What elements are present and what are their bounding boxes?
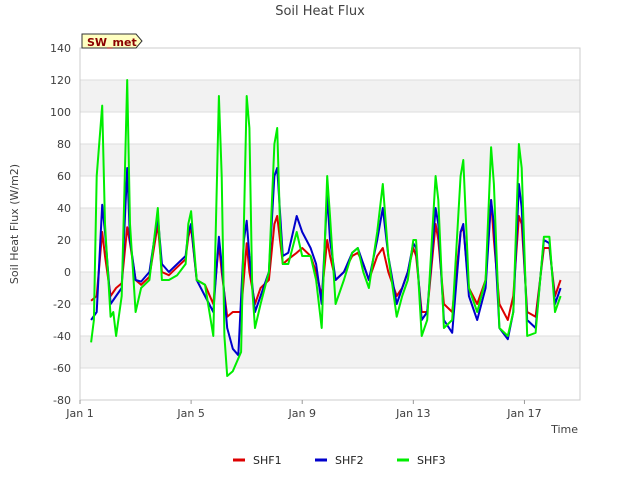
legend-label-shf1: SHF1 <box>253 454 282 467</box>
y-tick-label: 140 <box>50 42 71 55</box>
y-tick-label: 20 <box>57 234 71 247</box>
y-tick-label: 0 <box>64 266 71 279</box>
y-tick-labels: -80 -60 -40 -20 0 20 40 60 80 100 120 140 <box>50 42 71 407</box>
y-tick-label: -40 <box>53 330 71 343</box>
y-axis-label: Soil Heat Flux (W/m2) <box>8 164 21 284</box>
legend: SHF1 SHF2 SHF3 <box>233 454 446 467</box>
plot-band <box>80 144 580 176</box>
x-tick-label: Jan 17 <box>506 407 541 420</box>
x-tick-label: Jan 1 <box>65 407 93 420</box>
chart-title: Soil Heat Flux <box>275 4 365 19</box>
plot-band <box>80 80 580 112</box>
legend-label-shf3: SHF3 <box>417 454 446 467</box>
y-tick-label: 40 <box>57 202 71 215</box>
plot-band <box>80 336 580 368</box>
y-tick-label: -20 <box>53 298 71 311</box>
y-tick-label: 60 <box>57 170 71 183</box>
y-tick-label: -60 <box>53 362 71 375</box>
y-tick-label: 80 <box>57 138 71 151</box>
y-tick-label: 100 <box>50 106 71 119</box>
legend-label-shf2: SHF2 <box>335 454 364 467</box>
y-tick-label: -80 <box>53 394 71 407</box>
x-tick-label: Jan 5 <box>176 407 204 420</box>
y-tick-label: 120 <box>50 74 71 87</box>
x-axis-label: Time <box>550 423 578 436</box>
x-tick-labels: Jan 1 Jan 5 Jan 9 Jan 13 Jan 17 <box>65 400 542 420</box>
plot-band <box>80 272 580 304</box>
site-badge: SW_met <box>81 33 143 49</box>
soil-heat-flux-chart: -80-60-40-20020406080100120140 Jan 1 Jan … <box>8 4 581 467</box>
site-badge-label: SW_met <box>87 36 137 49</box>
x-tick-label: Jan 9 <box>287 407 315 420</box>
x-tick-label: Jan 13 <box>395 407 430 420</box>
